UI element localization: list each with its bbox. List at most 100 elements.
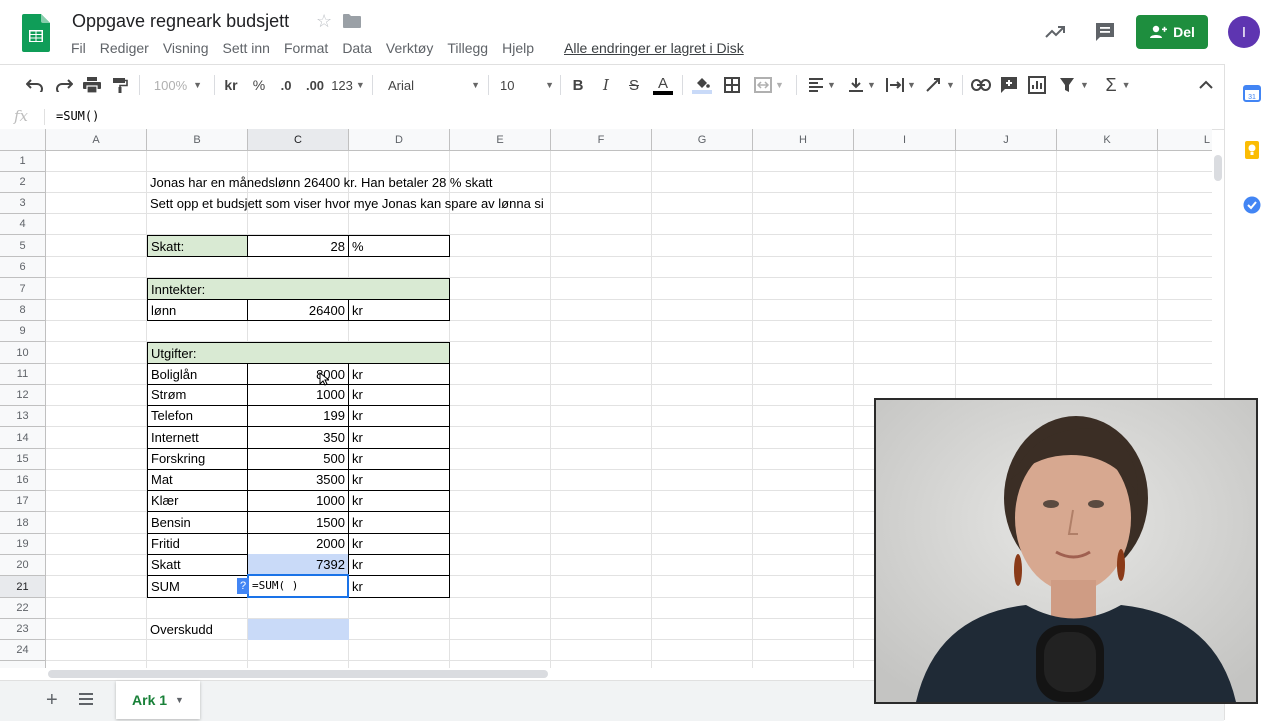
column-header-j[interactable]: J (956, 129, 1057, 151)
expense-value[interactable]: 2000 (247, 533, 349, 555)
row-header-16[interactable]: 16 (0, 470, 46, 491)
expense-value[interactable]: 3500 (247, 469, 349, 491)
keep-icon[interactable] (1245, 141, 1259, 159)
save-status-link[interactable]: Alle endringer er lagret i Disk (564, 40, 744, 56)
document-title[interactable]: Oppgave regneark budsjett (72, 11, 289, 32)
expense-unit[interactable]: kr (348, 448, 450, 470)
star-icon[interactable]: ☆ (316, 11, 332, 32)
expense-unit[interactable]: kr (348, 490, 450, 512)
horizontal-align-icon[interactable]: ▼ (806, 74, 838, 96)
increase-decimals-button[interactable]: .00 (303, 74, 327, 96)
text-rotation-icon[interactable]: ▼ (924, 74, 956, 96)
expense-value[interactable]: 7392 (247, 554, 349, 576)
folder-icon[interactable] (343, 14, 361, 28)
expense-value[interactable]: 1000 (247, 490, 349, 512)
column-header-d[interactable]: D (349, 129, 450, 151)
cell-b2[interactable]: Jonas har en månedslønn 26400 kr. Han be… (147, 172, 496, 192)
decrease-decimals-button[interactable]: .0 (276, 74, 296, 96)
chevron-down-icon[interactable]: ▼ (175, 695, 184, 705)
row-header-19[interactable]: 19 (0, 534, 46, 555)
row-header-4[interactable]: 4 (0, 214, 46, 235)
menu-file[interactable]: Fil (64, 38, 93, 58)
row-header-21[interactable]: 21 (0, 576, 46, 598)
row-header-9[interactable]: 9 (0, 321, 46, 342)
paint-format-icon[interactable] (109, 74, 131, 96)
row-header-8[interactable]: 8 (0, 300, 46, 321)
all-sheets-menu-icon[interactable] (78, 692, 94, 708)
column-header-g[interactable]: G (652, 129, 753, 151)
horizontal-scrollbar-thumb[interactable] (48, 670, 548, 678)
row-header-7[interactable]: 7 (0, 278, 46, 300)
merge-cells-icon[interactable]: ▼ (751, 74, 787, 96)
column-header-a[interactable]: A (46, 129, 147, 151)
row-header-18[interactable]: 18 (0, 512, 46, 534)
expense-unit[interactable]: kr (348, 554, 450, 576)
expense-value[interactable]: 1000 (247, 384, 349, 406)
borders-icon[interactable] (722, 74, 742, 96)
expense-label[interactable]: Strøm (147, 384, 248, 406)
add-sheet-icon[interactable]: + (46, 689, 58, 712)
row-header-2[interactable]: 2 (0, 172, 46, 193)
insert-chart-icon[interactable] (1026, 74, 1048, 96)
row-header-6[interactable]: 6 (0, 257, 46, 278)
cell-b3[interactable]: Sett opp et budsjett som viser hvor mye … (147, 193, 547, 213)
expense-label[interactable]: Mat (147, 469, 248, 491)
bold-button[interactable]: B (569, 74, 587, 96)
expense-unit[interactable]: kr (348, 405, 450, 427)
expense-unit[interactable]: kr (348, 533, 450, 555)
row-header-5[interactable]: 5 (0, 235, 46, 257)
column-header-k[interactable]: K (1057, 129, 1158, 151)
expense-value[interactable]: 350 (247, 426, 349, 449)
cell-b23[interactable]: Overskudd (147, 619, 248, 640)
italic-button[interactable]: I (597, 74, 615, 96)
cell-b21[interactable]: SUM (147, 575, 248, 598)
currency-format-button[interactable]: kr (222, 74, 240, 96)
strikethrough-button[interactable]: S (625, 74, 643, 96)
menu-data[interactable]: Data (335, 38, 379, 58)
row-header-15[interactable]: 15 (0, 449, 46, 470)
expense-unit[interactable]: kr (348, 469, 450, 491)
percent-format-button[interactable]: % (250, 74, 268, 96)
formula-input[interactable]: =SUM() (56, 109, 99, 123)
row-header-12[interactable]: 12 (0, 385, 46, 406)
expense-value[interactable]: 8000 (247, 363, 349, 385)
expense-unit[interactable]: kr (348, 363, 450, 385)
select-all-corner[interactable] (0, 129, 46, 151)
cell-c23[interactable] (248, 619, 349, 640)
avatar[interactable]: I (1228, 16, 1260, 48)
expense-label[interactable]: Boliglån (147, 363, 248, 385)
cell-b10[interactable]: Utgifter: (147, 342, 450, 364)
functions-button[interactable]: Σ ▼ (1102, 74, 1134, 96)
cell-b5[interactable]: Skatt: (147, 235, 248, 257)
expense-label[interactable]: Forskring (147, 448, 248, 470)
formula-help-badge[interactable]: ? (237, 578, 249, 594)
menu-addons[interactable]: Tillegg (440, 38, 495, 58)
menu-help[interactable]: Hjelp (495, 38, 541, 58)
row-header-23[interactable]: 23 (0, 619, 46, 640)
print-icon[interactable] (81, 74, 103, 96)
cell-c5[interactable]: 28 (247, 235, 349, 257)
text-wrapping-icon[interactable]: ▼ (884, 74, 918, 96)
cell-b8[interactable]: lønn (147, 299, 248, 321)
menu-tools[interactable]: Verktøy (379, 38, 440, 58)
expense-label[interactable]: Skatt (147, 554, 248, 576)
expense-value[interactable]: 199 (247, 405, 349, 427)
menu-format[interactable]: Format (277, 38, 335, 58)
expense-unit[interactable]: kr (348, 426, 450, 449)
active-cell-editor[interactable]: =SUM( ) (247, 574, 349, 598)
column-header-b[interactable]: B (147, 129, 248, 151)
more-formats-button[interactable]: 123 ▼ (331, 74, 365, 96)
font-size-select[interactable]: 10 ▼ (500, 74, 554, 96)
vertical-scrollbar-thumb[interactable] (1214, 155, 1222, 181)
insert-link-icon[interactable] (970, 74, 992, 96)
sheets-logo-icon[interactable] (22, 14, 50, 52)
redo-icon[interactable] (53, 74, 75, 96)
share-button[interactable]: Del (1136, 15, 1208, 49)
expense-unit[interactable]: kr (348, 384, 450, 406)
menu-insert[interactable]: Sett inn (215, 38, 276, 58)
expense-value[interactable]: 500 (247, 448, 349, 470)
vertical-align-icon[interactable]: ▼ (846, 74, 878, 96)
font-family-select[interactable]: Arial ▼ (388, 74, 480, 96)
sheet-tab-active[interactable]: Ark 1 ▼ (116, 681, 200, 719)
row-header-14[interactable]: 14 (0, 427, 46, 449)
